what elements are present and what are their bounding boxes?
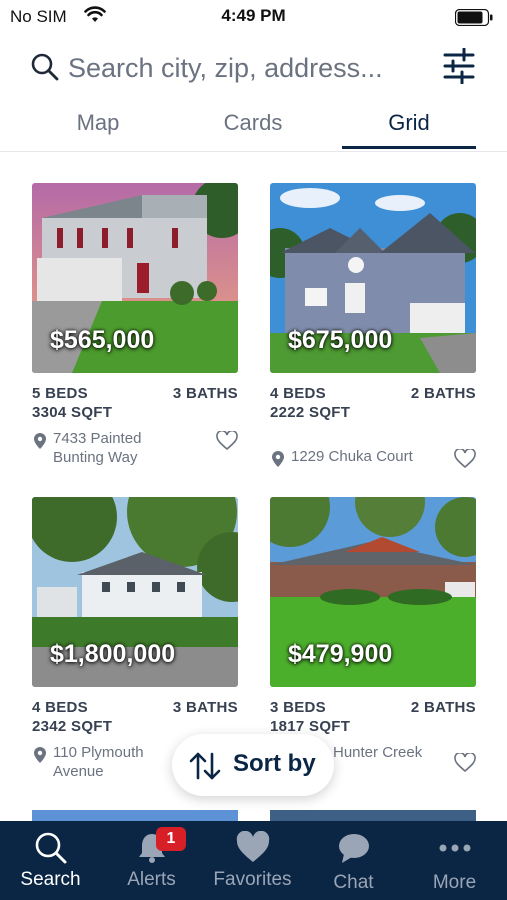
sort-label: Sort by [233, 750, 316, 777]
nav-label: Search [20, 869, 81, 890]
listing-photo[interactable]: $479,900 [270, 497, 476, 687]
square-footage: 1817 SQFT [270, 718, 351, 735]
beds-count: 4 BEDS [270, 385, 326, 402]
listing-address: 1229 Chuka Court [291, 448, 413, 465]
nav-favorites[interactable]: Favorites [202, 821, 303, 900]
bottom-tab-bar: Search 1 Alerts Favorites Chat More [0, 821, 507, 900]
listing-address: 7433 Painted Bunting Way [53, 430, 142, 466]
listing-address: Hunter Creek [333, 744, 423, 761]
nav-label: Chat [333, 872, 374, 893]
listing-card[interactable]: $675,000 4 BEDS 2 BATHS 2222 SQFT 1229 C… [270, 183, 476, 469]
view-tabs: Map Cards Grid [0, 100, 507, 152]
tab-grid[interactable]: Grid [359, 110, 459, 150]
sort-arrows-icon [189, 752, 221, 780]
nav-alerts[interactable]: 1 Alerts [101, 821, 202, 900]
status-bar: No SIM 4:49 PM [0, 0, 507, 34]
square-footage: 2342 SQFT [32, 718, 113, 735]
baths-count: 2 BATHS [410, 385, 476, 402]
listing-photo[interactable]: $675,000 [270, 183, 476, 373]
favorite-heart-icon[interactable] [454, 449, 476, 469]
clock: 4:49 PM [221, 6, 286, 25]
tab-cards[interactable]: Cards [203, 110, 303, 150]
alerts-badge: 1 [156, 827, 186, 851]
listing-price: $565,000 [50, 326, 155, 354]
listing-address: 110 Plymouth Avenue [53, 744, 144, 780]
search-icon [35, 832, 67, 864]
battery-icon [455, 9, 493, 26]
beds-count: 4 BEDS [32, 699, 88, 716]
square-footage: 2222 SQFT [270, 404, 351, 421]
nav-label: Alerts [127, 869, 176, 890]
nav-more[interactable]: More [404, 821, 505, 900]
search-bar [0, 44, 507, 92]
square-footage: 3304 SQFT [32, 404, 113, 421]
beds-count: 3 BEDS [270, 699, 326, 716]
listing-photo[interactable]: $1,800,000 [32, 497, 238, 687]
baths-count: 3 BATHS [172, 699, 238, 716]
nav-label: More [432, 872, 477, 893]
location-pin-icon [272, 451, 284, 467]
beds-count: 5 BEDS [32, 385, 88, 402]
sort-button[interactable]: Sort by [172, 734, 334, 796]
nav-chat[interactable]: Chat [303, 821, 404, 900]
chat-icon [339, 834, 369, 863]
nav-label: Favorites [213, 869, 292, 890]
filter-icon[interactable] [443, 48, 475, 84]
heart-icon [236, 831, 270, 862]
location-pin-icon [34, 747, 46, 763]
listing-price: $675,000 [288, 326, 393, 354]
nav-search[interactable]: Search [0, 821, 101, 900]
tab-map[interactable]: Map [48, 110, 148, 150]
baths-count: 3 BATHS [172, 385, 238, 402]
search-icon [31, 53, 59, 81]
location-pin-icon [34, 433, 46, 449]
listing-card[interactable]: $565,000 5 BEDS 3 BATHS 3304 SQFT 7433 P… [32, 183, 238, 469]
more-icon [439, 844, 471, 852]
active-tab-indicator [342, 146, 476, 149]
baths-count: 2 BATHS [410, 699, 476, 716]
search-input[interactable] [68, 46, 428, 90]
favorite-heart-icon[interactable] [216, 431, 238, 451]
listing-price: $479,900 [288, 640, 393, 668]
listing-price: $1,800,000 [50, 640, 176, 668]
listing-photo[interactable]: $565,000 [32, 183, 238, 373]
favorite-heart-icon[interactable] [454, 753, 476, 773]
